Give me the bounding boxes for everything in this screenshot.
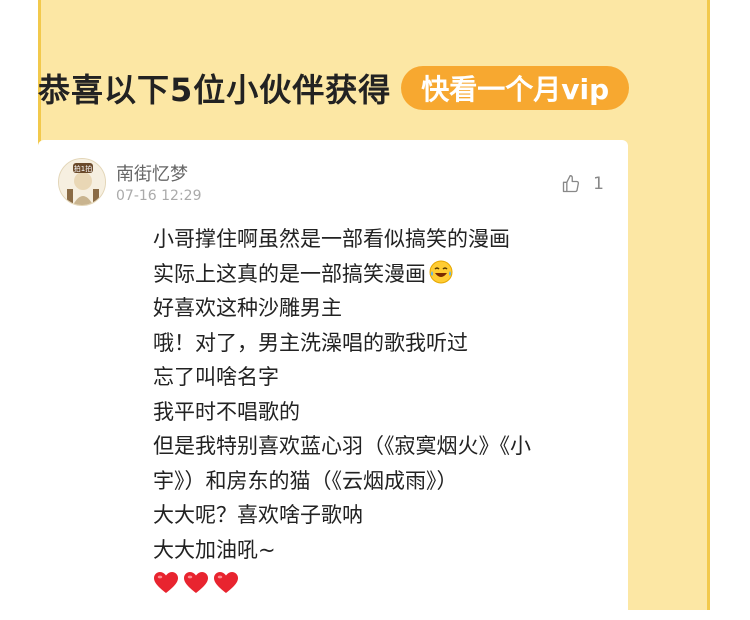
avatar-illustration: 拍1拍 — [59, 159, 105, 205]
laughing-with-tears-icon — [429, 260, 453, 283]
like-count: 1 — [593, 174, 604, 194]
comment-line: 大大呢？喜欢啥子歌呐 — [153, 503, 363, 527]
comment-text: 小哥撑住啊虽然是一部看似搞笑的漫画 实际上这真的是一部搞笑漫画 好喜欢这种沙雕男… — [153, 222, 623, 595]
username[interactable]: 南街忆梦 — [116, 160, 188, 186]
comment-line: 我平时不唱歌的 — [153, 399, 300, 424]
comment-line: 忘了叫啥名字 — [153, 365, 279, 389]
comment-line-with-emoji: 实际上这真的是一部搞笑漫画 — [153, 257, 623, 292]
comment-line: 但是我特别喜欢蓝心羽（《寂寞烟火》《小 — [153, 434, 531, 458]
comment-line: 好喜欢这种沙雕男主 — [153, 296, 342, 320]
comment-line: 小哥撑住啊虽然是一部看似搞笑的漫画 — [153, 227, 510, 251]
comment-card: 拍1拍 南街忆梦 07-16 12:29 1 小哥撑住啊虽然是一部看似搞笑的漫画… — [38, 140, 628, 620]
avatar-badge-text: 拍1拍 — [74, 164, 92, 173]
red-heart-icon — [184, 572, 208, 593]
comment-line: 大大加油吼~ — [153, 537, 276, 562]
red-heart-icon — [154, 572, 178, 593]
like-button[interactable]: 1 — [561, 174, 604, 194]
thumbs-up-icon — [563, 175, 580, 193]
timestamp: 07-16 12:29 — [116, 188, 202, 204]
winners-headline: 恭喜以下5位小伙伴获得 快看一个月vip — [38, 64, 630, 112]
red-heart-icon — [214, 572, 238, 593]
comment-line: 实际上这真的是一部搞笑漫画 — [153, 261, 426, 286]
avatar[interactable]: 拍1拍 — [58, 158, 106, 206]
comment-line: 宇》）和房东的猫（《云烟成雨》） — [153, 468, 458, 493]
comment-line: 哦！对了，男主洗澡唱的歌我听过 — [153, 330, 468, 355]
heart-emoji-row — [153, 571, 623, 595]
prize-badge: 快看一个月vip — [401, 66, 630, 110]
headline-text: 恭喜以下5位小伙伴获得 — [38, 71, 392, 109]
